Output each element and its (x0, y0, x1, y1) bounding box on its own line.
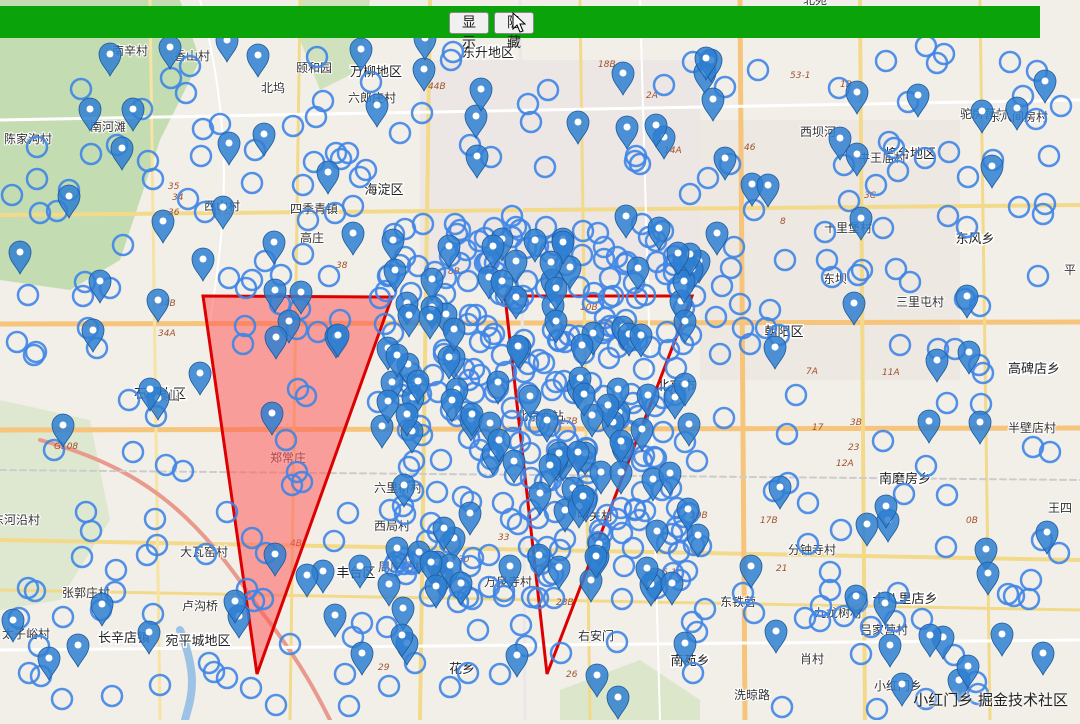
place-label: 分钟寺村 (788, 542, 836, 557)
road-label: 29 (378, 663, 390, 673)
place-label: 王四 (1048, 501, 1072, 515)
place-label: 大瓦窑村 (180, 544, 228, 559)
road-label: 23 (848, 443, 860, 453)
place-label: 平 (1064, 263, 1076, 277)
road-label: 0B (966, 516, 978, 526)
place-label: 颐和园 (296, 61, 332, 75)
place-label: 宛平城地区 (165, 634, 230, 649)
place-label: 半壁店村 (1008, 420, 1056, 435)
road-label: G108 (54, 442, 78, 452)
watermark: 小红门乡 掘金技术社区 (913, 691, 1068, 709)
mouse-cursor-icon (512, 12, 526, 33)
place-label: 三里屯村 (896, 295, 944, 309)
place-label: 海淀区 (364, 183, 403, 198)
place-label: 卢沟桥 (182, 598, 218, 613)
place-label: 西局村 (374, 519, 410, 533)
show-button[interactable]: 显示 (449, 12, 489, 51)
place-label: 北坞 (261, 80, 285, 95)
road-label: 46 (744, 143, 756, 153)
place-label: 洗晾路 (734, 687, 770, 702)
road-label: 35 (168, 182, 180, 192)
road-label: 21 (776, 564, 787, 574)
map-canvas[interactable]: G1084B8B343536384653-12A3C11A12A17B20B21… (0, 0, 1080, 724)
road-label: 53-1 (790, 71, 810, 81)
road-label: 34A (158, 329, 176, 339)
road-label: 8 (780, 217, 786, 227)
place-label: 东河沿村 (0, 513, 40, 527)
place-label: 高庄 (300, 230, 324, 245)
road-label: 12A (836, 459, 854, 469)
road-label: 3B (850, 418, 862, 428)
road-label: 17 (812, 423, 824, 433)
place-label: 肖村 (800, 652, 824, 666)
road-label: 33 (498, 533, 510, 543)
road-label: 7A (806, 367, 818, 377)
place-label: 高碑店乡 (1008, 361, 1060, 377)
road-label: 11A (882, 368, 900, 378)
road-label: 17B (760, 516, 778, 526)
road-label: 26 (566, 670, 578, 680)
road-label: 44B (428, 82, 446, 92)
